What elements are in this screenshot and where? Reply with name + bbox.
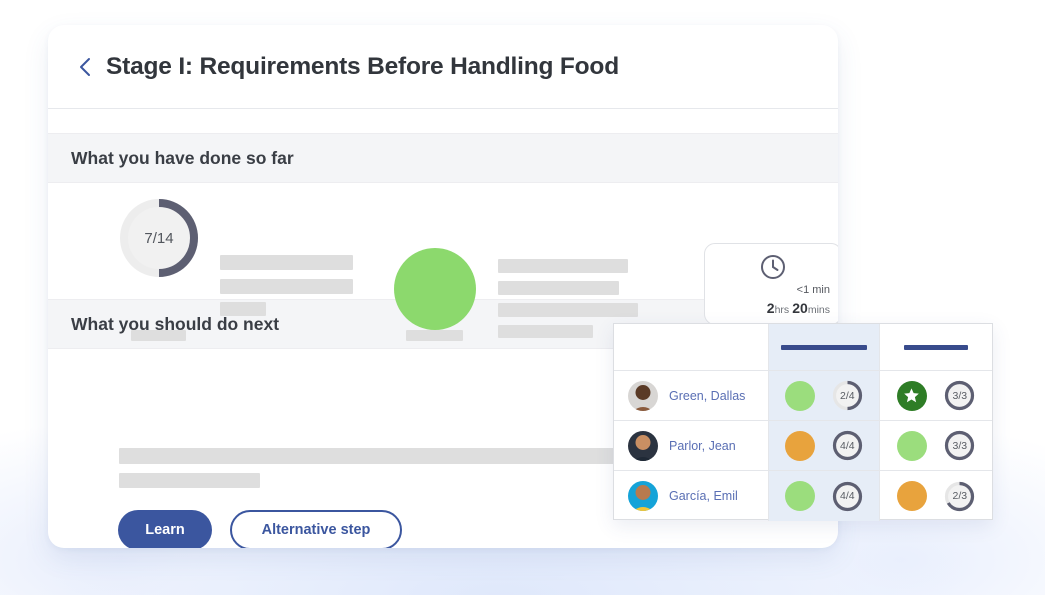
completion-ring-label: 3/3 xyxy=(952,439,968,452)
completion-ring-label: 2/4 xyxy=(840,389,855,402)
placeholder-bar xyxy=(498,281,619,295)
long-time-hours: 2 xyxy=(766,300,775,316)
completion-ring: 3/3 xyxy=(944,380,975,411)
placeholder-bar xyxy=(119,473,260,488)
table-row[interactable]: García, Emil 4/4 2/3 xyxy=(614,471,992,521)
status-dot xyxy=(896,481,927,511)
table-row[interactable]: Green, Dallas 2/4 3/3 xyxy=(614,371,992,421)
person-name: Green, Dallas xyxy=(669,388,746,403)
name-cell[interactable]: García, Emil xyxy=(614,471,769,521)
section-header-done: What you have done so far xyxy=(48,133,838,183)
long-time-minutes: 20 xyxy=(792,300,808,316)
alternative-step-button[interactable]: Alternative step xyxy=(230,510,402,548)
avatar-face xyxy=(635,434,651,450)
header-cell-metric-2 xyxy=(880,324,992,370)
completion-ring: 3/3 xyxy=(944,430,975,461)
person-name: García, Emil xyxy=(669,489,738,503)
placeholder-bar xyxy=(498,303,638,317)
page-title: Stage I: Requirements Before Handling Fo… xyxy=(106,52,619,80)
completion-ring-label: 3/3 xyxy=(952,389,968,402)
time-card: <1 min 2hrs 20mins xyxy=(704,243,838,325)
avatar-body xyxy=(630,406,656,411)
table-header-row xyxy=(614,324,992,371)
status-dot xyxy=(785,430,815,461)
header-bar xyxy=(780,344,867,350)
avatar-body xyxy=(630,456,656,461)
status-dot xyxy=(785,481,815,511)
star-icon xyxy=(904,388,920,403)
status-dot xyxy=(896,430,927,461)
placeholder-bar xyxy=(498,325,593,338)
placeholder-bar xyxy=(498,259,628,273)
placeholder-bar xyxy=(131,330,186,341)
metric-cell-1[interactable]: 4/4 xyxy=(768,471,881,521)
table-body: Green, Dallas 2/4 3/3 Parlor, Jean 4/4 3/3 Gar… xyxy=(614,371,992,521)
avatar xyxy=(628,430,658,461)
name-cell[interactable]: Parlor, Jean xyxy=(614,421,769,470)
roster-table: Green, Dallas 2/4 3/3 Parlor, Jean 4/4 3/3 Gar… xyxy=(613,323,993,521)
placeholder-bar xyxy=(220,279,353,294)
person-name: Parlor, Jean xyxy=(669,438,736,453)
header-bar xyxy=(904,344,969,350)
long-time-hours-unit: hrs xyxy=(774,304,790,316)
completion-ring-label: 2/3 xyxy=(952,490,968,502)
completion-ring-label: 4/4 xyxy=(840,439,855,452)
completion-ring: 2/3 xyxy=(944,481,975,512)
metric-cell-1[interactable]: 2/4 xyxy=(768,371,881,420)
avatar-body xyxy=(630,507,656,511)
metric-cell-2[interactable]: 2/3 xyxy=(880,471,992,521)
name-cell[interactable]: Green, Dallas xyxy=(614,371,769,420)
completion-ring: 4/4 xyxy=(832,430,863,461)
avatar xyxy=(628,481,658,511)
progress-ring-label: 7/14 xyxy=(144,229,174,247)
table-row[interactable]: Parlor, Jean 4/4 3/3 xyxy=(614,421,992,471)
placeholder-bar xyxy=(406,330,463,341)
header-cell-metric-1 xyxy=(768,324,881,370)
status-circle-green xyxy=(394,248,476,330)
completion-ring: 4/4 xyxy=(832,481,863,512)
metric-cell-2[interactable]: 3/3 xyxy=(880,371,992,420)
learn-button[interactable]: Learn xyxy=(118,510,212,548)
header-cell-name xyxy=(614,324,769,370)
clock-icon xyxy=(760,254,786,285)
status-dot xyxy=(785,380,815,411)
long-time-value: 2hrs 20mins xyxy=(767,300,830,316)
action-buttons: Learn Alternative step xyxy=(118,510,402,548)
progress-ring: 7/14 xyxy=(118,197,200,279)
long-time-minutes-unit: mins xyxy=(807,304,830,316)
status-dot xyxy=(896,380,927,411)
card-header: Stage I: Requirements Before Handling Fo… xyxy=(48,25,838,109)
short-time-value: <1 min xyxy=(796,284,830,296)
completion-ring-label: 4/4 xyxy=(840,490,855,502)
metric-cell-2[interactable]: 3/3 xyxy=(880,421,992,470)
header-spacer xyxy=(48,109,838,133)
avatar-face xyxy=(635,485,651,500)
placeholder-bar xyxy=(119,448,678,464)
placeholder-bar xyxy=(220,302,266,316)
placeholder-bar xyxy=(220,255,353,270)
metric-cell-1[interactable]: 4/4 xyxy=(768,421,881,470)
avatar-face xyxy=(635,384,651,400)
avatar xyxy=(628,380,658,411)
completion-ring: 2/4 xyxy=(832,380,863,411)
chevron-left-icon[interactable] xyxy=(74,56,96,78)
